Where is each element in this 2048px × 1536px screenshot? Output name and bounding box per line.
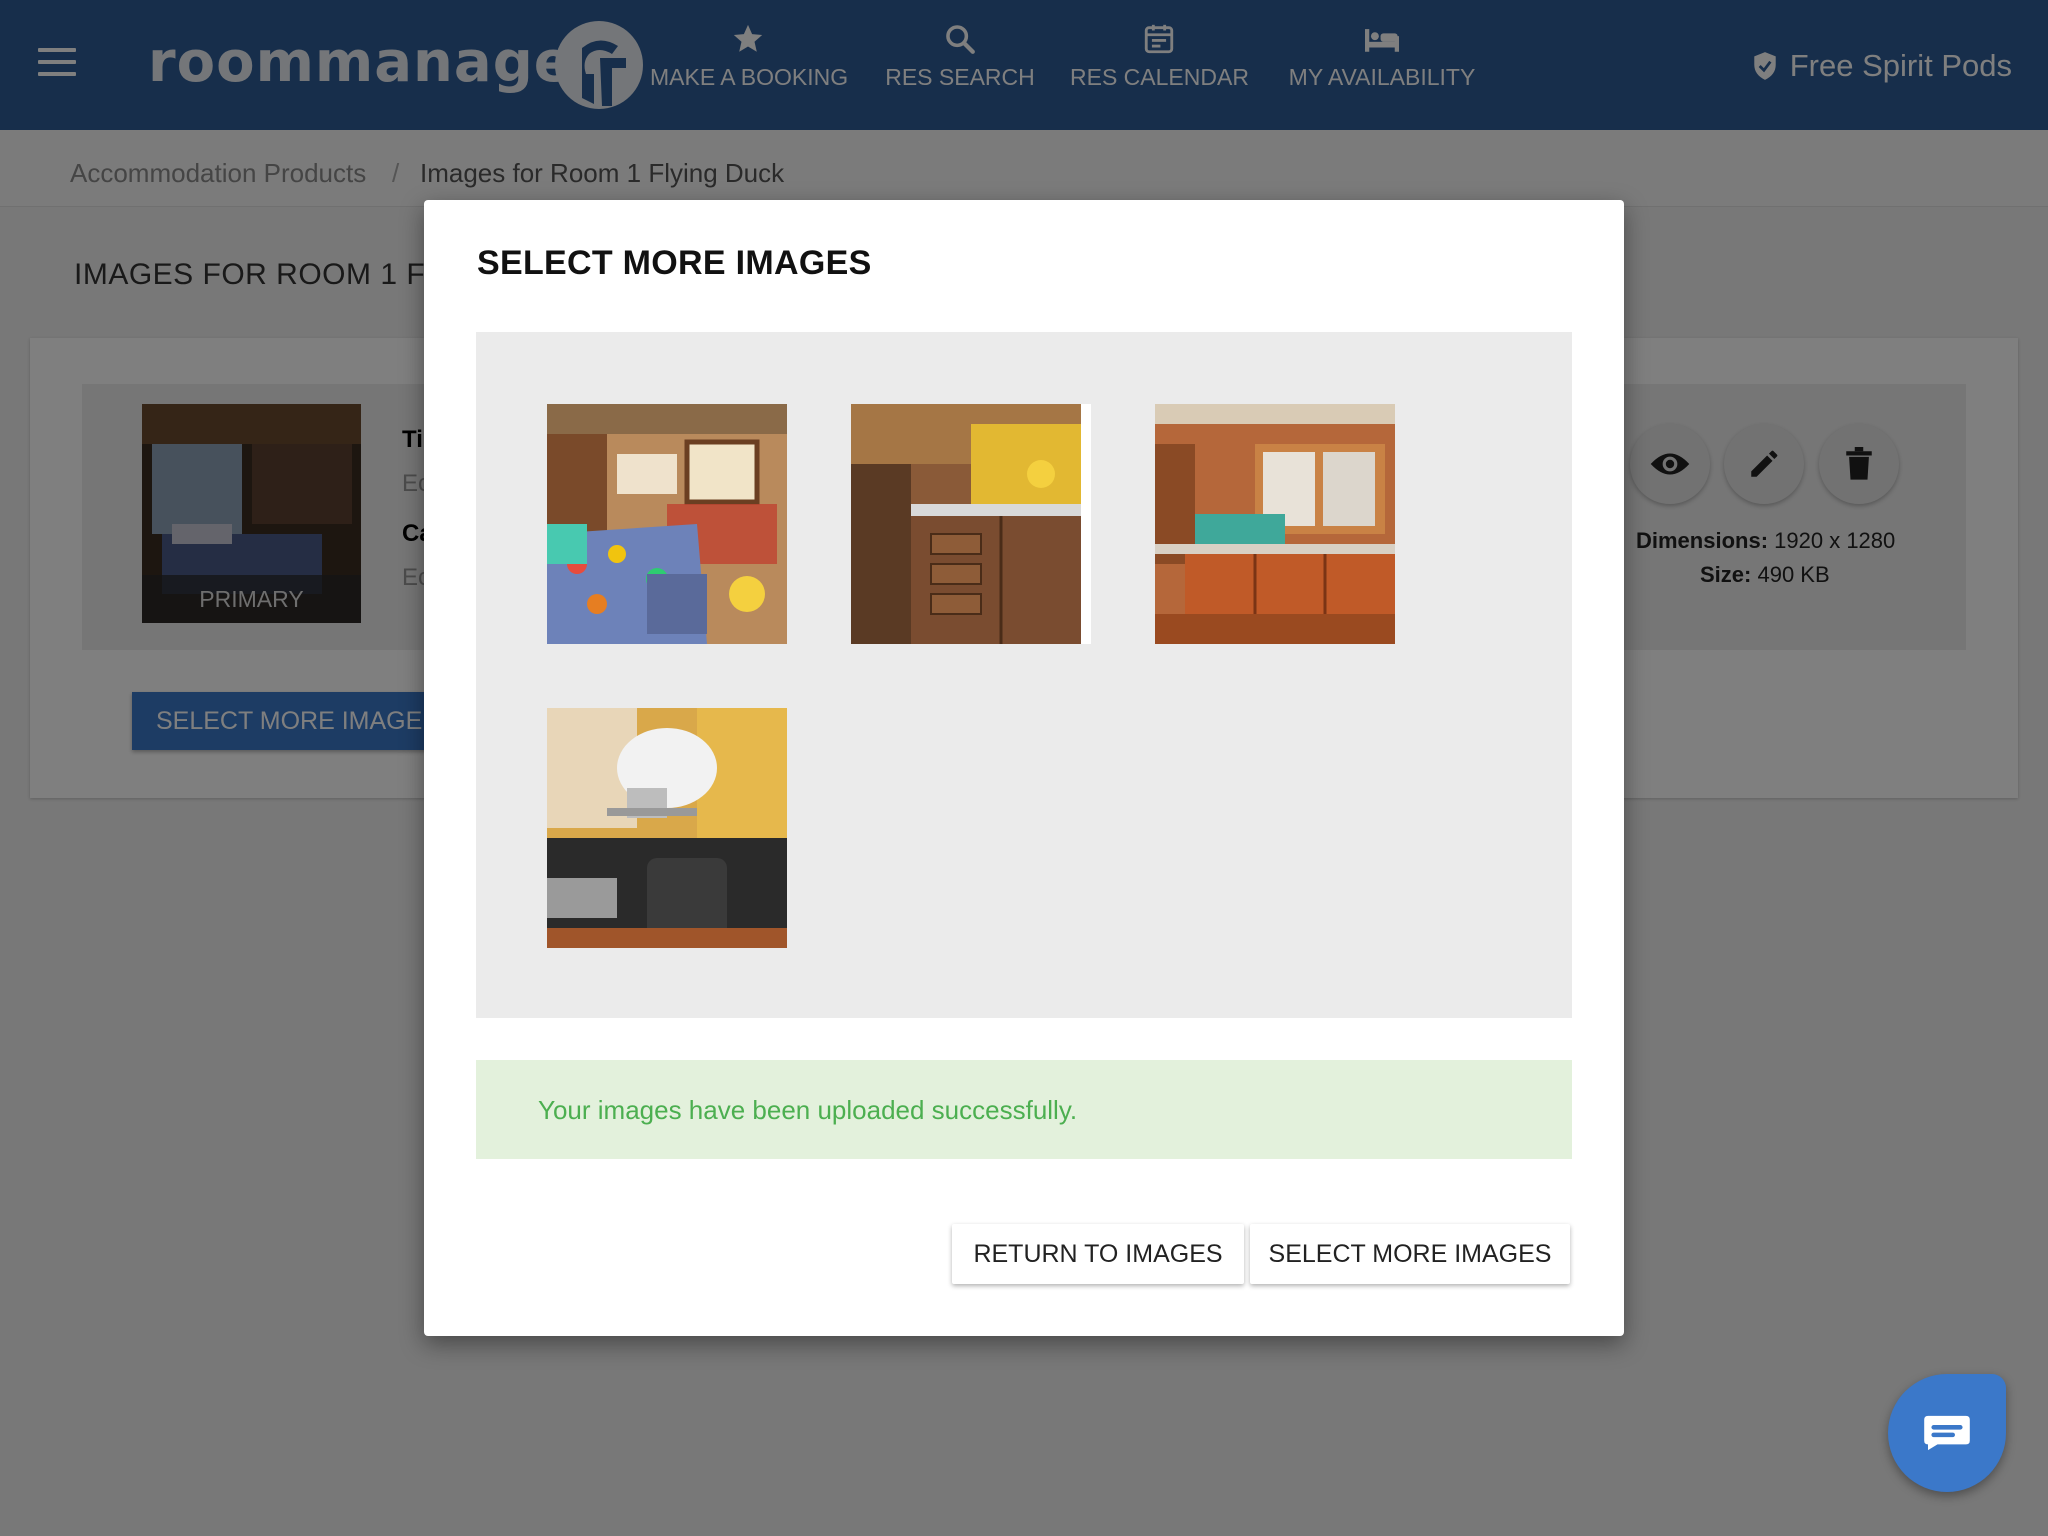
gallery-image-bedroom[interactable] (547, 404, 787, 644)
gallery-image-kitchen-window[interactable] (1155, 404, 1395, 644)
chat-launcher-button[interactable] (1888, 1374, 2006, 1492)
bedroom-photo (547, 404, 787, 644)
chat-icon (1924, 1415, 1970, 1451)
select-more-images-dialog: SELECT MORE IMAGES Your images have been… (424, 200, 1624, 1336)
upload-success-alert: Your images have been uploaded successfu… (476, 1060, 1572, 1159)
gallery-image-kitchen-shelf[interactable] (851, 404, 1091, 644)
success-message: Your images have been uploaded successfu… (538, 1095, 1078, 1125)
kitchen-shelf-photo (851, 404, 1091, 644)
gallery-image-coffee-machine[interactable] (547, 708, 787, 948)
dialog-title: SELECT MORE IMAGES (477, 244, 872, 282)
kitchen-window-photo (1155, 404, 1395, 644)
return-to-images-button[interactable]: RETURN TO IMAGES (952, 1224, 1244, 1284)
uploaded-images-gallery (476, 332, 1572, 1018)
select-more-images-button[interactable]: SELECT MORE IMAGES (1250, 1224, 1570, 1284)
coffee-machine-photo (547, 708, 787, 948)
